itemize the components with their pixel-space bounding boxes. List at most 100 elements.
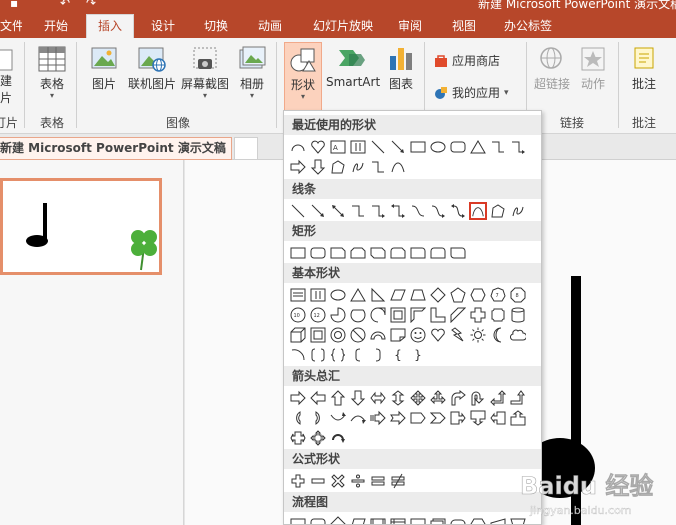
left-bracket-icon[interactable] [349, 346, 367, 364]
left-up-arrow-icon[interactable] [489, 389, 507, 407]
tab-design[interactable]: 设计 [143, 16, 183, 38]
flowchart-alternate-process-icon[interactable] [309, 515, 327, 524]
triangle-icon[interactable] [349, 286, 367, 304]
pie-icon[interactable] [329, 306, 347, 324]
plaque-icon[interactable] [489, 306, 507, 324]
smartart-button[interactable]: SmartArt [326, 46, 380, 89]
flowchart-data-icon[interactable] [349, 515, 367, 524]
vertical-text-box-icon[interactable] [349, 138, 367, 156]
arrow-down-icon[interactable] [349, 389, 367, 407]
triangle-icon[interactable] [469, 138, 487, 156]
tab-office-tabs[interactable]: 办公标签 [500, 16, 556, 38]
close-icon[interactable]: × [215, 138, 225, 159]
right-triangle-icon[interactable] [369, 286, 387, 304]
equal-icon[interactable] [369, 472, 387, 490]
double-arrow-line-icon[interactable] [329, 202, 347, 220]
curved-connector-icon[interactable] [369, 158, 387, 176]
right-brace-icon[interactable]: } [409, 346, 427, 364]
circular-arrow-icon[interactable] [329, 429, 347, 447]
album-button[interactable]: 相册 ▾ [234, 46, 270, 100]
divide-icon[interactable] [349, 472, 367, 490]
line-arrow-icon[interactable] [309, 202, 327, 220]
round-corner-rectangle-icon[interactable] [409, 244, 427, 262]
round-diagonal-rectangle-icon[interactable] [449, 244, 467, 262]
new-slide-button[interactable]: 建 片 [0, 46, 16, 106]
rounded-rectangle-icon[interactable] [309, 244, 327, 262]
tab-animations[interactable]: 动画 [250, 16, 290, 38]
right-arrow-callout-icon[interactable] [449, 409, 467, 427]
double-bracket-icon[interactable] [309, 346, 327, 364]
left-right-arrow-callout-icon[interactable] [289, 429, 307, 447]
quad-arrow-callout-icon[interactable] [309, 429, 327, 447]
can-icon[interactable] [509, 306, 527, 324]
arrow-up-icon[interactable] [329, 389, 347, 407]
app-store-button[interactable]: 应用商店 [434, 52, 500, 69]
oval-icon[interactable] [329, 286, 347, 304]
lightning-bolt-icon[interactable] [449, 326, 467, 344]
tab-file[interactable]: 文件 [0, 16, 22, 38]
elbow-arrow-connector-icon[interactable] [509, 138, 527, 156]
bevel-icon[interactable] [309, 326, 327, 344]
arrow-left-icon[interactable] [309, 389, 327, 407]
curved-down-arrow-icon[interactable] [349, 409, 367, 427]
scribble-icon[interactable] [349, 158, 367, 176]
flowchart-manual-input-icon[interactable] [489, 515, 507, 524]
left-brace-icon[interactable]: { [389, 346, 407, 364]
vertical-text-box-icon[interactable] [309, 286, 327, 304]
snip-round-rectangle-icon[interactable] [389, 244, 407, 262]
multiply-icon[interactable] [329, 472, 347, 490]
curved-double-arrow-icon[interactable] [449, 202, 467, 220]
dodecagon-icon[interactable]: 12 [309, 306, 327, 324]
elbow-double-arrow-icon[interactable] [389, 202, 407, 220]
cube-icon[interactable] [289, 326, 307, 344]
elbow-connector-icon[interactable] [489, 138, 507, 156]
cross-icon[interactable] [469, 306, 487, 324]
flowchart-internal-storage-icon[interactable] [389, 515, 407, 524]
quick-access-redo-icon[interactable]: ↷ [86, 0, 96, 10]
left-right-up-arrow-icon[interactable] [429, 389, 447, 407]
heart-icon[interactable] [309, 138, 327, 156]
rounded-rectangle-icon[interactable] [449, 138, 467, 156]
flowchart-multidocument-icon[interactable] [429, 515, 447, 524]
down-arrow-callout-icon[interactable] [469, 409, 487, 427]
heart-icon[interactable] [429, 326, 447, 344]
octagon-icon[interactable]: 8 [509, 286, 527, 304]
slide-thumbnail[interactable] [0, 178, 162, 275]
donut-icon[interactable] [329, 326, 347, 344]
up-arrow-callout-icon[interactable] [509, 409, 527, 427]
comment-button[interactable]: 批注 [626, 46, 662, 92]
curved-up-arrow-icon[interactable] [329, 409, 347, 427]
document-tab[interactable]: 新建 Microsoft PowerPoint 演示文稿 × [0, 137, 232, 160]
flowchart-decision-icon[interactable] [329, 515, 347, 524]
tab-insert[interactable]: 插入 [86, 14, 134, 38]
heptagon-icon[interactable]: 7 [489, 286, 507, 304]
oval-icon[interactable] [429, 138, 447, 156]
snip-diagonal-rectangle-icon[interactable] [369, 244, 387, 262]
u-turn-arrow-icon[interactable] [469, 389, 487, 407]
hyperlink-button[interactable]: 超链接 [532, 46, 572, 92]
plus-icon[interactable] [289, 472, 307, 490]
pentagon-icon[interactable] [449, 286, 467, 304]
table-button[interactable]: 表格 ▾ [36, 46, 68, 100]
trapezoid-icon[interactable] [409, 286, 427, 304]
quick-access-save-icon[interactable]: ▪ [10, 0, 18, 10]
line-arrow-icon[interactable] [389, 138, 407, 156]
flowchart-document-icon[interactable] [409, 515, 427, 524]
double-brace-icon[interactable] [329, 346, 347, 364]
quick-access-undo-icon[interactable]: ↶ [60, 0, 70, 10]
chevron-icon[interactable] [429, 409, 447, 427]
snip-same-side-rectangle-icon[interactable] [349, 244, 367, 262]
half-frame-icon[interactable] [409, 306, 427, 324]
rectangle-icon[interactable] [289, 244, 307, 262]
action-button[interactable]: 动作 [576, 46, 610, 92]
left-arrow-callout-icon[interactable] [489, 409, 507, 427]
moon-icon[interactable] [489, 326, 507, 344]
teardrop-icon[interactable] [369, 306, 387, 324]
tab-view[interactable]: 视图 [444, 16, 484, 38]
arc-icon[interactable] [289, 138, 307, 156]
new-tab-button[interactable] [234, 137, 258, 160]
l-shape-icon[interactable] [429, 306, 447, 324]
scribble-icon[interactable] [509, 202, 527, 220]
elbow-arrow-connector-icon[interactable] [369, 202, 387, 220]
curved-connector-icon[interactable] [409, 202, 427, 220]
